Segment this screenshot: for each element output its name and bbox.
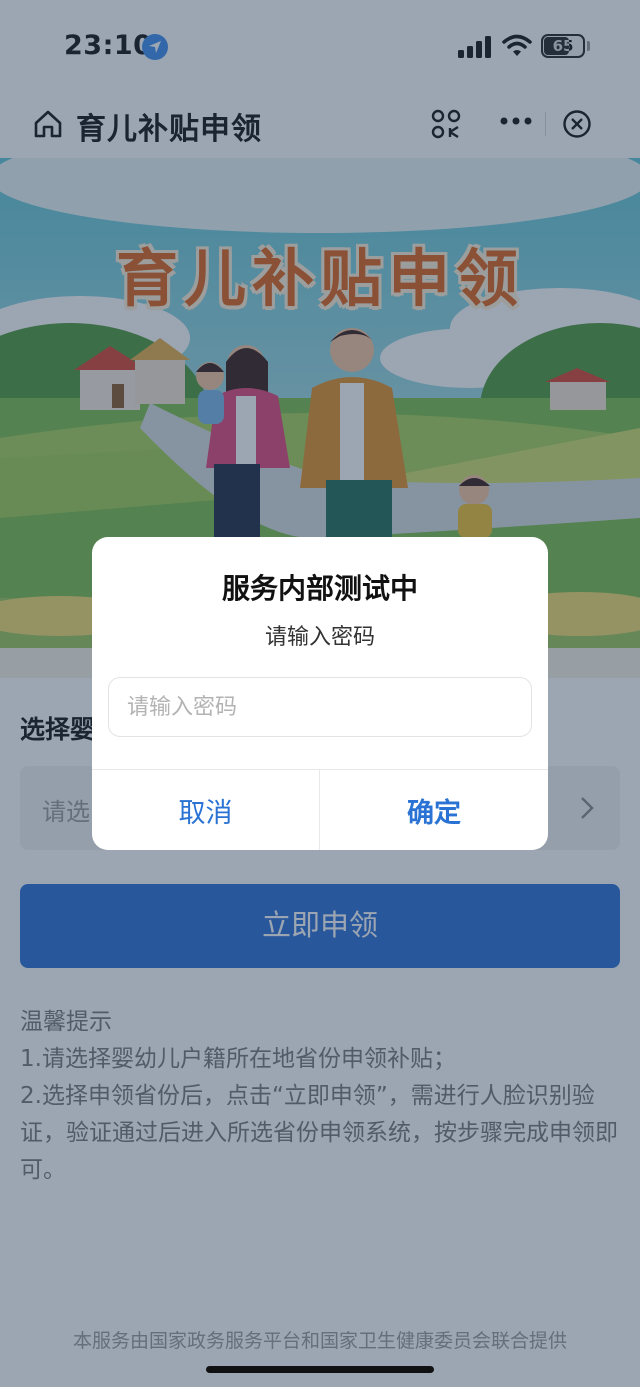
dialog-title: 服务内部测试中 — [221, 572, 418, 605]
confirm-button[interactable]: 确定 — [320, 770, 548, 850]
password-input[interactable] — [108, 677, 532, 737]
cancel-button[interactable]: 取消 — [92, 770, 319, 850]
home-indicator[interactable] — [206, 1366, 434, 1373]
password-dialog: 服务内部测试中 请输入密码 取消 确定 — [92, 537, 548, 850]
dialog-subtitle: 请输入密码 — [264, 625, 375, 650]
